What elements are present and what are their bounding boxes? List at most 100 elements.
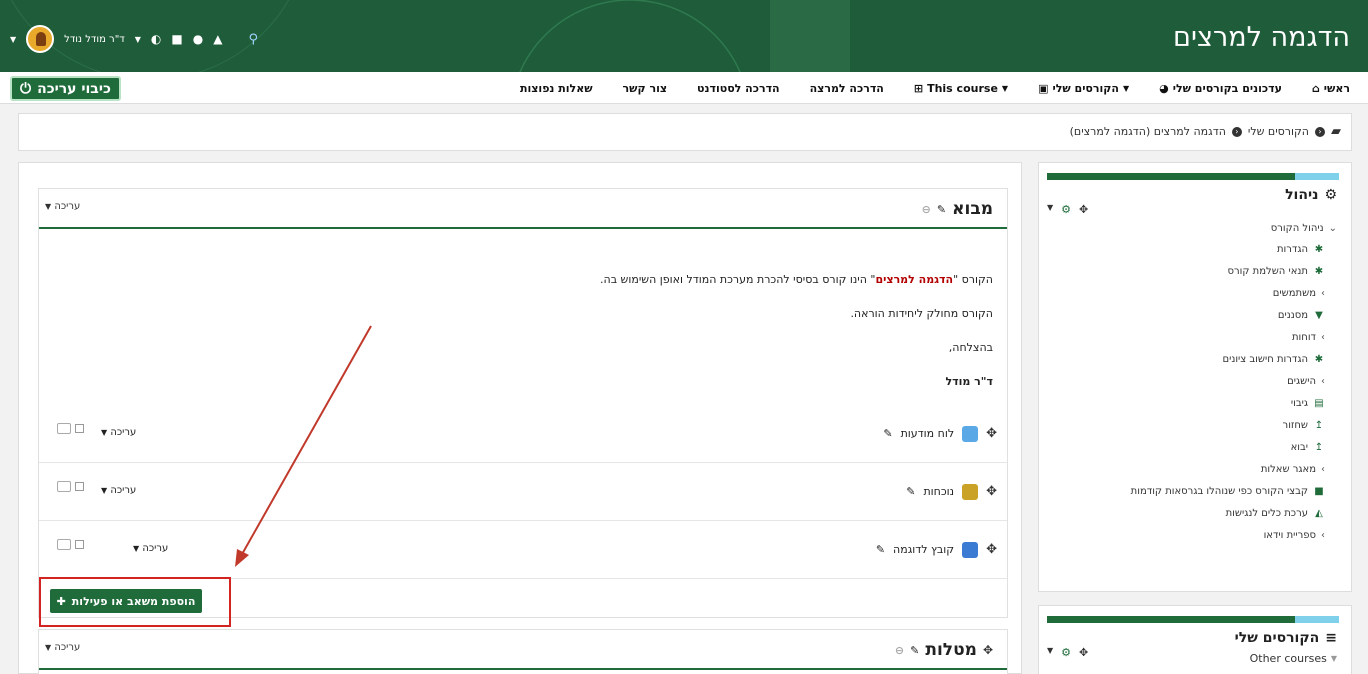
avatar[interactable] [26, 25, 55, 53]
language-caret-icon[interactable]: ▼ [135, 35, 141, 44]
other-courses-label: Other courses [1249, 652, 1327, 665]
nav-teacher-guide[interactable]: הדרכה למרצה [810, 82, 884, 95]
move-icon[interactable]: ✥ [983, 643, 993, 657]
move-icon[interactable]: ✥ [1079, 646, 1088, 659]
briefcase-icon: ▣ [1038, 81, 1049, 95]
caret-down-icon: ▼ [45, 643, 52, 652]
my-courses-block: ≡ הקורסים שלי ▼ ⚙ ✥ Other courses ▼ [1038, 605, 1352, 674]
section-header: ✥ מטלות ✎ ⊖ ▼ עריכה [39, 630, 1007, 670]
block-controls: ▼ ⚙ ✥ [1047, 203, 1088, 216]
section-title-text[interactable]: מטלות [925, 640, 977, 660]
block-color-bar [1047, 173, 1339, 180]
nav-dashboard-label: עדכונים בקורסים שלי [1172, 81, 1282, 95]
globe-icon[interactable]: ◐ [151, 32, 161, 46]
folder-icon: ■ [1314, 486, 1324, 497]
tree-item-grade-settings[interactable]: ✱ הגדרות חישוב ציונים [1222, 354, 1325, 365]
main-navbar: ⌂ ראשי ◕ עדכונים בקורסים שלי ▣ הקורסים ש… [0, 72, 1368, 104]
power-icon: ⏻ [20, 80, 32, 97]
tree-item-label: הגדרות חישוב ציונים [1222, 354, 1308, 365]
section-assignments: ✥ מטלות ✎ ⊖ ▼ עריכה [38, 629, 1008, 674]
nav-home-label: ראשי [1323, 81, 1350, 95]
tree-item-label: הישגים [1287, 376, 1316, 387]
nav-faq-label: שאלות נפוצות [519, 81, 593, 95]
other-courses-toggle[interactable]: Other courses ▼ [1250, 652, 1337, 665]
caret-down-icon[interactable]: ▼ [1047, 646, 1053, 659]
basket-icon[interactable]: ⊖ [895, 644, 904, 657]
user-name[interactable]: ד"ר מודל נודל [64, 34, 125, 45]
breadcrumb-current-course[interactable]: הדגמה למרצים (הדגמה למרצים) [1070, 125, 1226, 138]
tree-item-import[interactable]: ↥ יבוא [1291, 442, 1325, 453]
section-title: ✥ מטלות ✎ ⊖ [895, 640, 993, 660]
tree-item-reports[interactable]: ‹ דוחות [1292, 332, 1325, 343]
site-title[interactable]: הדגמה למרצים [1173, 22, 1350, 53]
admin-block: ⚙ ניהול ▼ ⚙ ✥ ⌄ ניהול הקורס ✱ הגדרות ✱ תנאי… [1038, 162, 1352, 592]
home-icon: ⌂ [1311, 81, 1320, 95]
caret-down-icon: ▼ [1330, 654, 1337, 663]
block-title: ≡ הקורסים שלי [1235, 630, 1337, 646]
nav-contact[interactable]: צור קשר [623, 82, 667, 95]
nav-student-guide-label: הדרכה לסטודנט [697, 81, 780, 95]
nav-this-course-label: This course [927, 81, 998, 95]
nav-contact-label: צור קשר [622, 81, 668, 95]
list-icon: ≡ [1325, 630, 1337, 646]
tree-item-accessibility[interactable]: ◭ ערכת כלים לנגישות [1226, 508, 1325, 519]
messages-icon[interactable]: ● [193, 32, 203, 46]
nav-dashboard[interactable]: ◕ עדכונים בקורסים שלי [1159, 82, 1282, 95]
bell-icon[interactable]: ▲ [213, 32, 222, 46]
tree-item-users[interactable]: ‹ משתמשים [1273, 288, 1325, 299]
tree-item-label: מסננים [1277, 310, 1308, 321]
annotation-arrow [235, 325, 372, 567]
tree-item-badges[interactable]: ‹ הישגים [1287, 376, 1325, 387]
tree-item-filters[interactable]: ▼ מסננים [1278, 310, 1325, 321]
caret-down-icon[interactable]: ▼ [1047, 203, 1053, 216]
gear-icon: ✱ [1314, 244, 1324, 255]
tree-item-completion[interactable]: ✱ תנאי השלמת קורס [1228, 266, 1325, 277]
nav-my-courses[interactable]: ▣ הקורסים שלי ▼ [1038, 82, 1129, 95]
nav-home[interactable]: ⌂ ראשי [1312, 82, 1350, 95]
chevron-down-icon: ⌄ [1328, 223, 1337, 234]
pencil-icon[interactable]: ✎ [910, 644, 919, 657]
user-menu[interactable]: ▼ ד"ר מודל נודל ▼ ◐ ■ ● ▲ ⚲ [10, 25, 258, 53]
tree-item-course-admin[interactable]: ⌄ ניהול הקורס [1271, 223, 1337, 234]
breadcrumb-separator-icon: › [1231, 126, 1242, 137]
section-edit-label: עריכה [54, 642, 81, 653]
tree-item-video-library[interactable]: ‹ ספריית וידאו [1264, 530, 1325, 541]
tree-item-label: גיבוי [1290, 398, 1308, 409]
move-icon[interactable]: ✥ [1079, 203, 1088, 216]
tree-item-restore[interactable]: ↥ שחזור [1283, 420, 1325, 431]
nav-faq[interactable]: שאלות נפוצות [520, 82, 593, 95]
video-icon[interactable]: ■ [171, 32, 182, 46]
upload-icon: ↥ [1314, 420, 1324, 431]
edit-mode-toggle-button[interactable]: ⏻ כיבוי עריכה [10, 76, 121, 101]
nav-my-courses-label: הקורסים שלי [1052, 81, 1119, 95]
nav-menu: ⌂ ראשי ◕ עדכונים בקורסים שלי ▣ הקורסים ש… [520, 72, 1350, 104]
tree-item-backup[interactable]: ▤ גיבוי [1291, 398, 1325, 409]
tree-item-legacy-files[interactable]: ■ קבצי הקורס כפי שנוהלו בגרסאות קודמות [1131, 486, 1325, 497]
filter-icon: ▼ [1315, 310, 1323, 321]
tree-item-label: תנאי השלמת קורס [1227, 266, 1308, 277]
breadcrumb-bar: ▰ › הקורסים שלי › הדגמה למרצים (הדגמה למ… [18, 113, 1352, 151]
tree-item-label: קבצי הקורס כפי שנוהלו בגרסאות קודמות [1130, 486, 1308, 497]
tree-item-settings[interactable]: ✱ הגדרות [1277, 244, 1325, 255]
gear-icon[interactable]: ⚙ [1061, 203, 1071, 216]
tree-item-label: ניהול הקורס [1270, 223, 1324, 234]
section-edit-menu[interactable]: ▼ עריכה [45, 642, 80, 653]
block-controls: ▼ ⚙ ✥ [1047, 646, 1088, 659]
search-icon[interactable]: ⚲ [248, 32, 258, 47]
chevron-down-icon: ▼ [1122, 83, 1130, 93]
tree-item-question-bank[interactable]: ‹ מאגר שאלות [1261, 464, 1325, 475]
gear-icon[interactable]: ⚙ [1061, 646, 1071, 659]
file-icon: ▤ [1314, 398, 1324, 409]
course-content: מבוא ✎ ⊖ ▼ עריכה הקורס "הדגמה למרצים" הי… [18, 162, 1022, 674]
nav-this-course[interactable]: ⊞ This course ▼ [914, 82, 1008, 95]
block-title-text: ניהול [1285, 187, 1319, 203]
chart-icon: ◭ [1315, 508, 1323, 519]
breadcrumb-my-courses[interactable]: הקורסים שלי [1248, 125, 1309, 138]
nav-student-guide[interactable]: הדרכה לסטודנט [697, 82, 780, 95]
user-menu-caret-icon[interactable]: ▼ [10, 35, 16, 44]
nav-teacher-guide-label: הדרכה למרצה [809, 81, 884, 95]
chevron-left-icon: ‹ [1321, 376, 1325, 387]
sitemap-icon: ⊞ [913, 81, 924, 95]
breadcrumb: ▰ › הקורסים שלי › הדגמה למרצים (הדגמה למ… [1070, 124, 1341, 139]
chevron-left-icon: ‹ [1321, 530, 1325, 541]
